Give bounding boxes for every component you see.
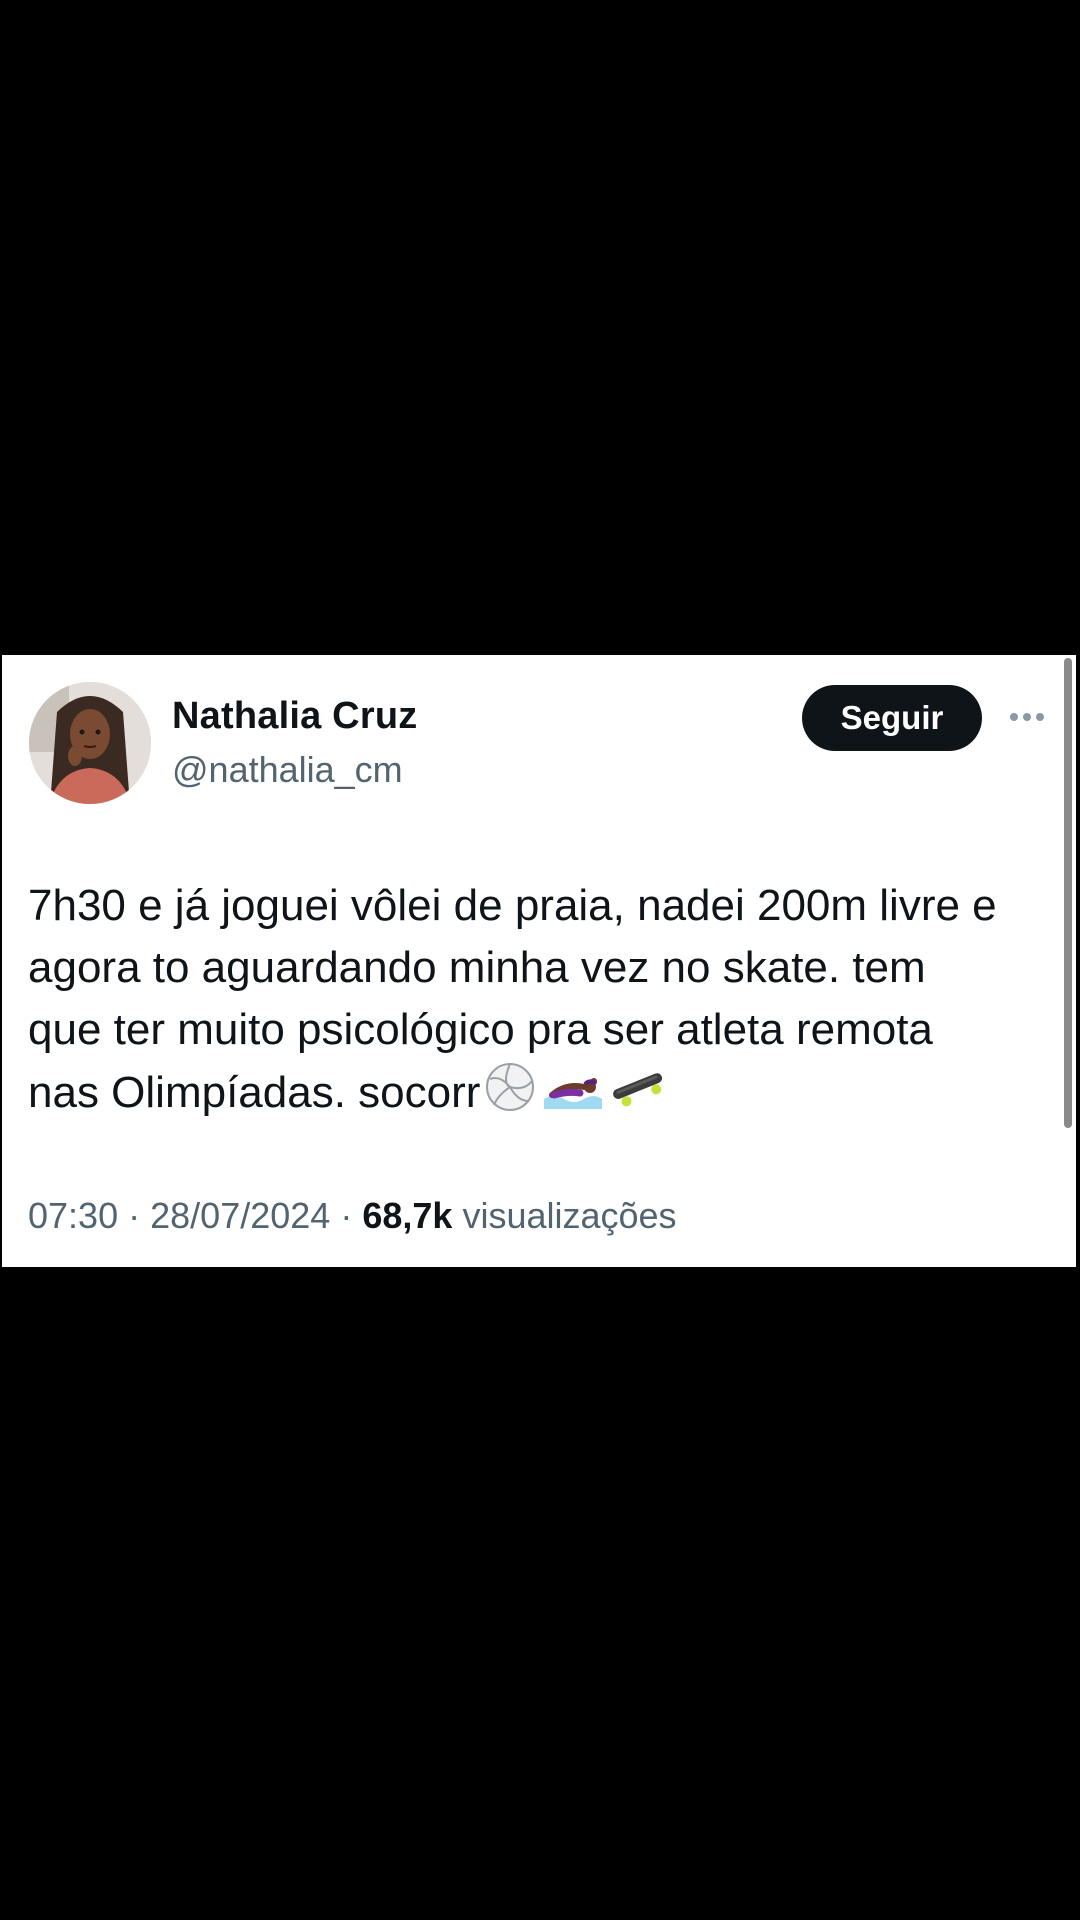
author-name[interactable]: Nathalia Cruz (172, 695, 417, 738)
views-count[interactable]: 68,7k (362, 1195, 452, 1236)
follow-button[interactable]: Seguir (802, 685, 982, 751)
views-label: visualizações (462, 1195, 677, 1236)
skateboard-icon (608, 1061, 668, 1130)
volleyball-icon (484, 1061, 536, 1130)
tweet-text-line-last: nas Olimpíadas. socorr (28, 1061, 1058, 1130)
tweet-text-line: nas Olimpíadas. socorr (28, 1068, 481, 1118)
tweet-time[interactable]: 07:30 (28, 1195, 118, 1236)
tweet-meta: 07:30 · 28/07/2024 · 68,7k visualizações (28, 1195, 677, 1237)
screen: Nathalia Cruz @nathalia_cm Seguir 7h30 e… (0, 0, 1080, 1920)
more-horizontal-icon[interactable] (1005, 695, 1049, 739)
tweet-text: 7h30 e já joguei vôlei de praia, nadei 2… (28, 875, 1058, 1130)
author-handle[interactable]: @nathalia_cm (172, 749, 403, 791)
swimmer-icon (540, 1061, 604, 1130)
emoji-row (484, 1061, 668, 1130)
tweet-text-line: que ter muito psicológico pra ser atleta… (28, 1005, 933, 1054)
tweet-date[interactable]: 28/07/2024 (150, 1195, 330, 1236)
meta-separator: · (128, 1195, 141, 1236)
tweet-text-line: agora to aguardando minha vez no skate. … (28, 943, 926, 992)
tweet-text-line: 7h30 e já joguei vôlei de praia, nadei 2… (28, 881, 997, 930)
meta-separator: · (340, 1195, 353, 1236)
avatar[interactable] (29, 682, 151, 804)
scrollbar[interactable] (1064, 658, 1072, 1128)
tweet-card: Nathalia Cruz @nathalia_cm Seguir 7h30 e… (2, 655, 1076, 1267)
